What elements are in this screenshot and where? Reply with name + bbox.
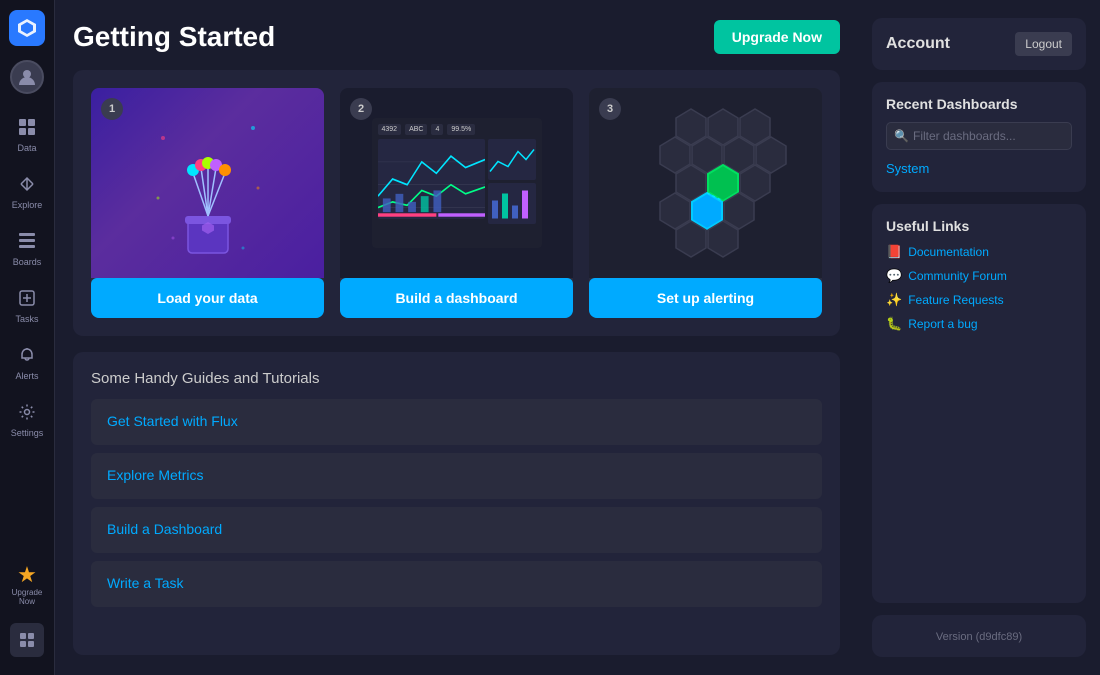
- dash-chart-area: [378, 139, 536, 219]
- page-title: Getting Started: [73, 21, 275, 53]
- settings-icon: [18, 403, 36, 426]
- card-2-number: 2: [350, 98, 372, 120]
- card-2-image: 2 4392 ABC 4 99.5%: [340, 88, 573, 278]
- stat-1: 4392: [378, 124, 402, 135]
- guide-item-1[interactable]: Get Started with Flux: [91, 399, 822, 445]
- useful-link-community[interactable]: 💬 Community Forum: [886, 268, 1072, 284]
- useful-links-section: Useful Links 📕 Documentation 💬 Community…: [872, 204, 1086, 603]
- logout-button[interactable]: Logout: [1015, 32, 1072, 56]
- load-data-button[interactable]: Load your data: [91, 278, 324, 318]
- useful-link-docs[interactable]: 📕 Documentation: [886, 244, 1072, 260]
- recent-dashboards-title: Recent Dashboards: [886, 96, 1072, 112]
- bug-emoji: 🐛: [886, 316, 902, 332]
- sidebar-item-label: Boards: [13, 257, 42, 267]
- stat-3: 4: [431, 124, 443, 135]
- card-3-number: 3: [599, 98, 621, 120]
- docs-link[interactable]: Documentation: [908, 245, 989, 259]
- useful-links-title: Useful Links: [886, 218, 1072, 234]
- mini-chart-1: [488, 139, 536, 180]
- version-section: Version (d9dfc89): [872, 615, 1086, 657]
- sidebar-item-label: Tasks: [15, 314, 38, 324]
- card-load-data: 1: [91, 88, 324, 318]
- sidebar-bottom-action[interactable]: [10, 623, 44, 657]
- sidebar-item-data[interactable]: Data: [3, 112, 51, 159]
- logo[interactable]: [9, 10, 45, 46]
- guide-link-2[interactable]: Explore Metrics: [107, 467, 203, 483]
- dashboard-mock: 4392 ABC 4 99.5%: [372, 118, 542, 248]
- useful-link-features[interactable]: ✨ Feature Requests: [886, 292, 1072, 308]
- features-link[interactable]: Feature Requests: [908, 293, 1003, 307]
- account-section: Account Logout: [872, 18, 1086, 70]
- guides-container: Some Handy Guides and Tutorials Get Star…: [73, 352, 840, 655]
- account-header: Account Logout: [886, 32, 1072, 56]
- sidebar-item-label: Data: [17, 143, 36, 153]
- dash-chart-side: [488, 139, 536, 219]
- version-text: Version (d9dfc89): [936, 631, 1022, 643]
- dash-chart-main: [378, 139, 485, 219]
- card-build-dashboard: 2 4392 ABC 4 99.5%: [340, 88, 573, 318]
- sidebar-item-explore[interactable]: Explore: [3, 169, 51, 216]
- stat-4: 99.5%: [447, 124, 475, 135]
- recent-dashboards-section: Recent Dashboards 🔍 System: [872, 82, 1086, 192]
- community-link[interactable]: Community Forum: [908, 269, 1007, 283]
- right-panel: Account Logout Recent Dashboards 🔍 Syste…: [858, 0, 1100, 675]
- sidebar-item-settings[interactable]: Settings: [3, 397, 51, 444]
- header-row: Getting Started Upgrade Now: [73, 20, 840, 54]
- tasks-icon: [18, 289, 36, 312]
- card-1-number: 1: [101, 98, 123, 120]
- stat-2: ABC: [405, 124, 427, 135]
- card-1-bg: [91, 88, 324, 278]
- bug-link[interactable]: Report a bug: [908, 317, 977, 331]
- boards-icon: [18, 232, 36, 255]
- card-3-image: 3: [589, 88, 822, 278]
- guide-item-3[interactable]: Build a Dashboard: [91, 507, 822, 553]
- card-3-bg: [589, 88, 822, 278]
- sidebar: Data Explore Boards: [0, 0, 55, 675]
- dashboard-link-system[interactable]: System: [886, 161, 929, 176]
- sidebar-item-label: Alerts: [15, 371, 38, 381]
- useful-link-bug[interactable]: 🐛 Report a bug: [886, 316, 1072, 332]
- build-dashboard-button[interactable]: Build a dashboard: [340, 278, 573, 318]
- guide-link-1[interactable]: Get Started with Flux: [107, 413, 238, 429]
- upgrade-label: Upgrade Now: [12, 588, 43, 607]
- explore-icon: [18, 175, 36, 198]
- guide-link-3[interactable]: Build a Dashboard: [107, 521, 222, 537]
- features-emoji: ✨: [886, 292, 902, 308]
- sidebar-item-boards[interactable]: Boards: [3, 226, 51, 273]
- set-up-alerting-button[interactable]: Set up alerting: [589, 278, 822, 318]
- card-set-up-alerting: 3: [589, 88, 822, 318]
- guide-link-4[interactable]: Write a Task: [107, 575, 184, 591]
- star-icon: ★: [17, 562, 37, 588]
- alerts-icon: [18, 346, 36, 369]
- sidebar-item-alerts[interactable]: Alerts: [3, 340, 51, 387]
- sidebar-item-label: Explore: [12, 200, 43, 210]
- guide-item-2[interactable]: Explore Metrics: [91, 453, 822, 499]
- account-title: Account: [886, 35, 950, 53]
- main-content: Getting Started Upgrade Now 1: [55, 0, 858, 675]
- guide-item-4[interactable]: Write a Task: [91, 561, 822, 607]
- docs-emoji: 📕: [886, 244, 902, 260]
- upgrade-now-sidebar[interactable]: ★ Upgrade Now: [12, 562, 43, 607]
- community-emoji: 💬: [886, 268, 902, 284]
- filter-input[interactable]: [886, 122, 1072, 150]
- sidebar-item-tasks[interactable]: Tasks: [3, 283, 51, 330]
- search-icon: 🔍: [894, 129, 909, 143]
- card-1-image: 1: [91, 88, 324, 278]
- dash-header: 4392 ABC 4 99.5%: [378, 124, 536, 135]
- cards-container: 1: [73, 70, 840, 336]
- upgrade-now-button[interactable]: Upgrade Now: [714, 20, 840, 54]
- guides-title: Some Handy Guides and Tutorials: [91, 370, 822, 387]
- data-icon: [18, 118, 36, 141]
- filter-input-wrap: 🔍: [886, 122, 1072, 150]
- card-2-bg: 4392 ABC 4 99.5%: [340, 88, 573, 278]
- mini-chart-2: [488, 183, 536, 224]
- avatar[interactable]: [10, 60, 44, 94]
- sidebar-item-label: Settings: [11, 428, 44, 438]
